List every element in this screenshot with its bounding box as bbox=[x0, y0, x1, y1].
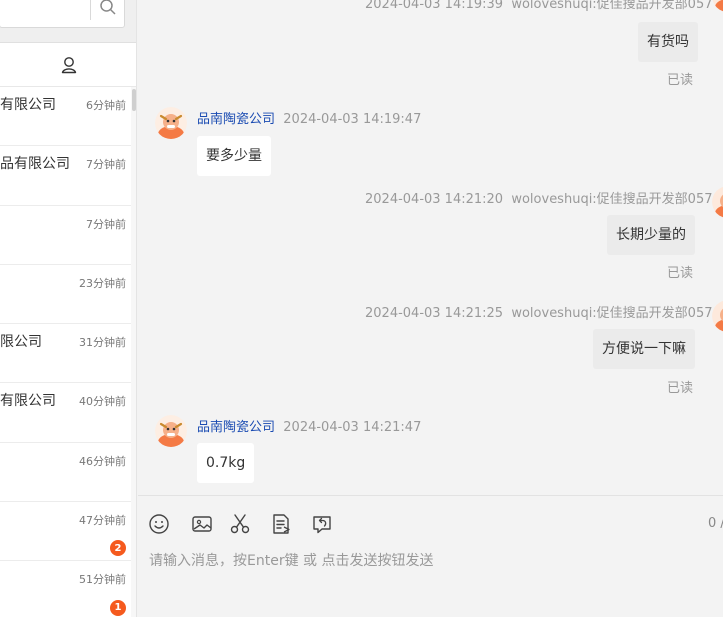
conversation-time: 47分钟前 bbox=[79, 514, 126, 528]
read-status: 已读 bbox=[667, 266, 694, 281]
document-icon bbox=[273, 514, 290, 534]
recall-button[interactable] bbox=[311, 513, 333, 535]
message-input[interactable]: 请输入消息，按Enter键 或 点击发送按钮发送 bbox=[149, 550, 433, 570]
avatar bbox=[155, 107, 187, 139]
conversation-time: 23分钟前 bbox=[79, 276, 126, 290]
emoji-icon bbox=[149, 514, 169, 534]
scroll-thumb[interactable] bbox=[132, 89, 136, 111]
conversation-item[interactable]: 47分钟前 2 bbox=[0, 502, 131, 562]
unread-badge: 1 bbox=[110, 599, 126, 616]
mascot-avatar-icon bbox=[712, 300, 723, 332]
mascot-avatar-icon bbox=[155, 415, 187, 447]
char-counter: 0 / bbox=[708, 516, 723, 531]
conversation-time: 31分钟前 bbox=[79, 336, 126, 350]
read-status: 已读 bbox=[667, 73, 694, 88]
conversation-time: 51分钟前 bbox=[79, 573, 126, 587]
message-meta: 2024-04-03 14:21:25 woloveshuqi:促佳搜品开发部0… bbox=[365, 302, 713, 321]
conversation-item[interactable]: 23分钟前 bbox=[0, 265, 131, 325]
conversation-time: 7分钟前 bbox=[86, 158, 126, 172]
conversation-sidebar: 有限公司 6分钟前 品有限公司 7分钟前 7分钟前 23分钟前 限公司 31分钟… bbox=[0, 0, 137, 617]
message-time: 2024-04-03 14:21:25 bbox=[365, 306, 504, 321]
message-time: 2024-04-03 14:21:20 bbox=[365, 192, 504, 207]
avatar bbox=[712, 186, 723, 218]
emoji-button[interactable] bbox=[148, 513, 170, 535]
image-icon bbox=[192, 516, 212, 532]
mascot-avatar-icon bbox=[155, 107, 187, 139]
search-input[interactable] bbox=[0, 0, 125, 28]
unread-badge: 2 bbox=[110, 540, 126, 557]
conversation-item[interactable]: 有限公司 40分钟前 bbox=[0, 383, 131, 443]
search-row bbox=[0, 0, 136, 43]
conversation-item[interactable]: 46分钟前 bbox=[0, 443, 131, 503]
conversation-item[interactable]: 51分钟前 1 bbox=[0, 561, 131, 617]
message-composer: 0 / 请输入消息，按Enter键 或 点击发送按钮发送 bbox=[138, 495, 723, 617]
avatar bbox=[712, 0, 723, 12]
conversation-time: 7分钟前 bbox=[86, 217, 126, 231]
undo-message-icon bbox=[313, 516, 331, 534]
message-time: 2024-04-03 14:21:47 bbox=[283, 420, 422, 435]
message-bubble: 方便说一下嘛 bbox=[593, 329, 695, 369]
message-meta: 品南陶瓷公司 2024-04-03 14:21:47 bbox=[197, 416, 421, 435]
company-name[interactable]: 品南陶瓷公司 bbox=[197, 420, 275, 435]
message-sender: woloveshuqi:促佳搜品开发部057 bbox=[511, 192, 713, 207]
quick-reply-button[interactable] bbox=[270, 513, 292, 535]
message-bubble: 要多少量 bbox=[197, 136, 271, 176]
conversation-time: 40分钟前 bbox=[79, 395, 126, 409]
search-icon bbox=[100, 0, 116, 15]
conversation-name: 有限公司 bbox=[0, 393, 56, 410]
conversation-item[interactable]: 品有限公司 7分钟前 bbox=[0, 146, 131, 206]
conversation-item[interactable]: 限公司 31分钟前 bbox=[0, 324, 131, 384]
contacts-tab[interactable] bbox=[0, 43, 136, 87]
image-button[interactable] bbox=[191, 513, 213, 535]
conversation-time: 6分钟前 bbox=[86, 99, 126, 112]
read-status: 已读 bbox=[667, 381, 694, 396]
search-button[interactable] bbox=[90, 0, 125, 20]
conversation-name: 品有限公司 bbox=[0, 156, 70, 173]
message-time: 2024-04-03 14:19:47 bbox=[283, 112, 422, 127]
conversation-item[interactable]: 7分钟前 bbox=[0, 206, 131, 265]
message-meta: 品南陶瓷公司 2024-04-03 14:19:47 bbox=[197, 108, 421, 127]
mascot-avatar-icon bbox=[712, 0, 723, 12]
message-bubble: 0.7kg bbox=[197, 443, 255, 483]
message-sender: woloveshuqi:促佳搜品开发部057 bbox=[511, 306, 713, 321]
message-sender: woloveshuqi:促佳搜品开发部057 bbox=[511, 0, 713, 12]
chat-window: 有限公司 6分钟前 品有限公司 7分钟前 7分钟前 23分钟前 限公司 31分钟… bbox=[0, 0, 723, 617]
avatar bbox=[712, 300, 723, 332]
conversation-name: 限公司 bbox=[0, 334, 42, 351]
conversation-name: 有限公司 bbox=[0, 97, 56, 113]
conversation-time: 46分钟前 bbox=[79, 454, 126, 468]
message-bubble: 有货吗 bbox=[638, 22, 698, 62]
message-time: 2024-04-03 14:19:39 bbox=[365, 0, 504, 12]
scissors-icon bbox=[230, 514, 250, 534]
user-icon bbox=[61, 56, 76, 73]
company-name[interactable]: 品南陶瓷公司 bbox=[197, 112, 275, 127]
avatar bbox=[155, 415, 187, 447]
mascot-avatar-icon bbox=[712, 186, 723, 218]
screenshot-button[interactable] bbox=[229, 513, 251, 535]
conversation-scrollbar[interactable] bbox=[131, 87, 136, 617]
message-meta: 2024-04-03 14:21:20 woloveshuqi:促佳搜品开发部0… bbox=[365, 188, 713, 207]
conversation-list: 有限公司 6分钟前 品有限公司 7分钟前 7分钟前 23分钟前 限公司 31分钟… bbox=[0, 87, 131, 617]
message-area: 2024-04-03 14:19:39 woloveshuqi:促佳搜品开发部0… bbox=[138, 0, 723, 495]
conversation-item[interactable]: 有限公司 6分钟前 bbox=[0, 87, 131, 147]
message-meta: 2024-04-03 14:19:39 woloveshuqi:促佳搜品开发部0… bbox=[365, 0, 713, 12]
message-bubble: 长期少量的 bbox=[607, 215, 695, 255]
